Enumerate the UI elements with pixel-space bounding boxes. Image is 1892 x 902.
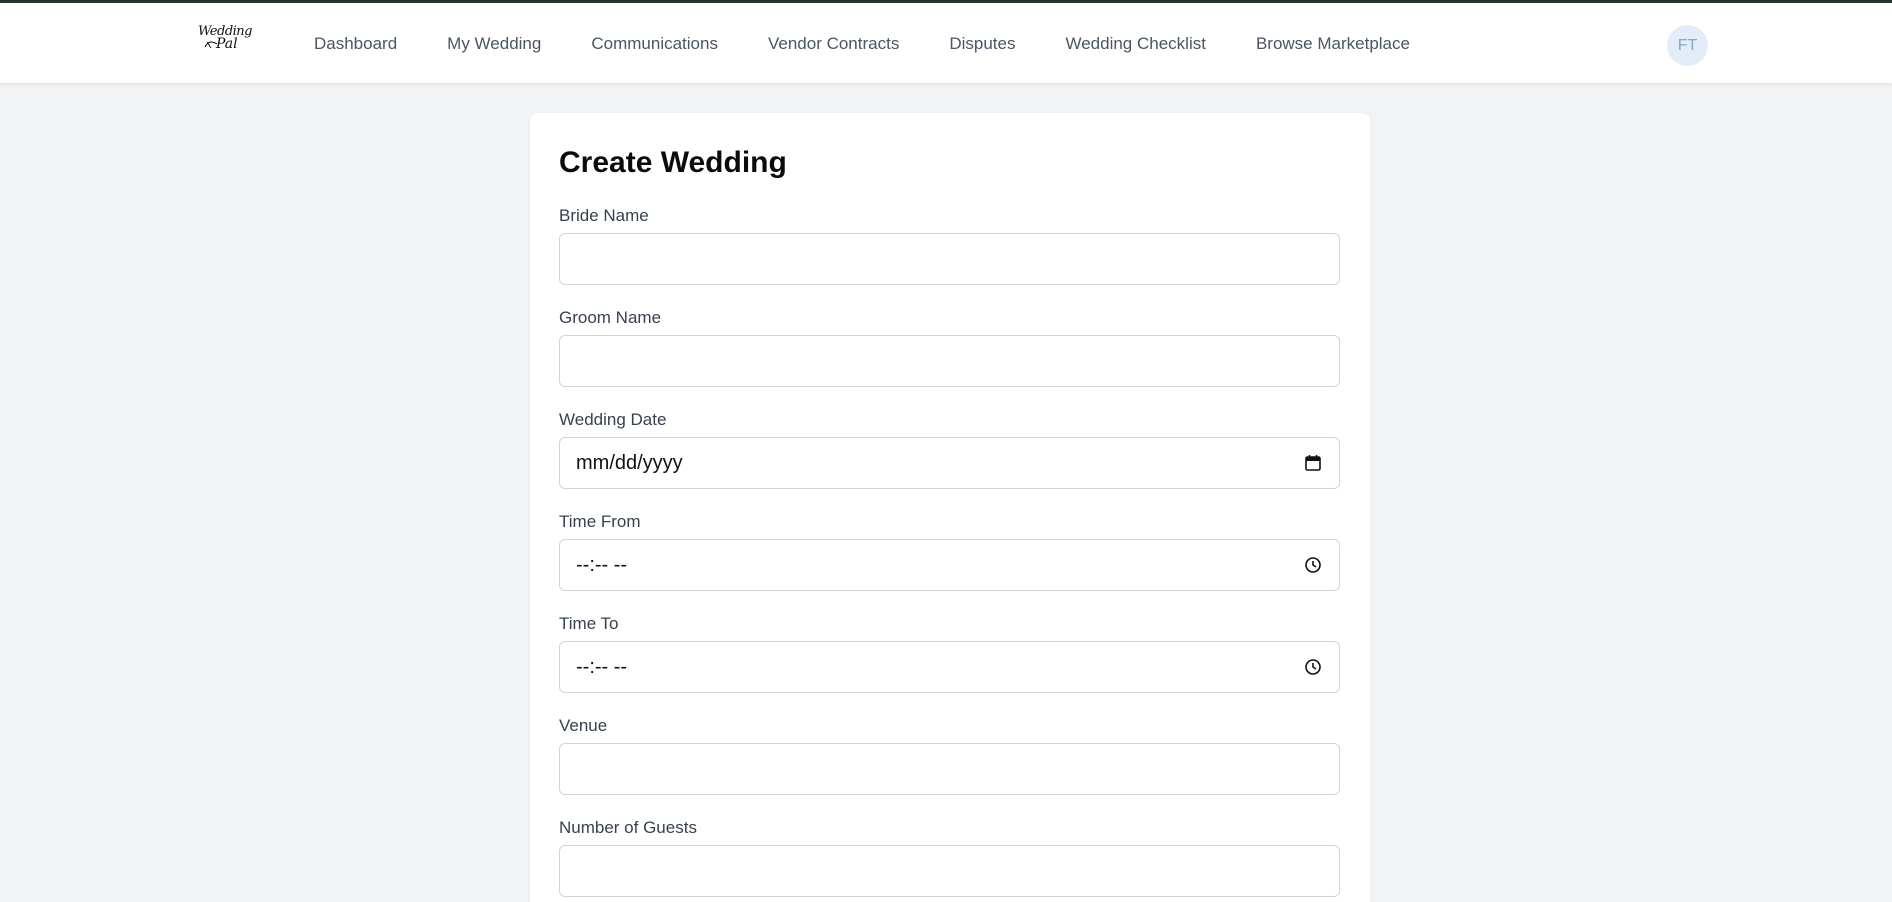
nav-disputes[interactable]: Disputes [949,34,1015,54]
logo-flourish-icon [204,41,218,49]
wedding-date-input[interactable]: mm/dd/yyyy [559,437,1340,489]
venue-label: Venue [559,716,608,735]
clock-icon[interactable] [1303,555,1323,575]
time-to-value: --:-- -- [576,655,628,678]
time-from-label: Time From [559,512,641,531]
nav-browse-marketplace[interactable]: Browse Marketplace [1256,34,1410,54]
groom-name-input[interactable] [559,335,1340,387]
clock-icon[interactable] [1303,657,1323,677]
time-to-label: Time To [559,614,619,633]
wedding-date-label: Wedding Date [559,410,667,429]
nav-my-wedding[interactable]: My Wedding [447,34,541,54]
bride-name-label: Bride Name [559,206,649,225]
top-navbar: Wedding Pal Dashboard My Wedding Communi… [0,0,1892,83]
nav-communications[interactable]: Communications [591,34,718,54]
nav-wedding-checklist[interactable]: Wedding Checklist [1065,34,1205,54]
user-avatar[interactable]: FT [1667,25,1708,66]
number-of-guests-input[interactable] [559,845,1340,897]
wedding-date-value: mm/dd/yyyy [576,451,683,474]
main-nav: Dashboard My Wedding Communications Vend… [314,34,1460,54]
bride-name-input[interactable] [559,233,1340,285]
groom-name-label: Groom Name [559,308,662,327]
time-from-value: --:-- -- [576,553,628,576]
create-wedding-form: Create Wedding Bride Name Groom Name Wed… [530,113,1370,902]
nav-dashboard[interactable]: Dashboard [314,34,397,54]
calendar-icon[interactable] [1303,453,1323,473]
nav-vendor-contracts[interactable]: Vendor Contracts [768,34,899,54]
wedding-pal-logo[interactable]: Wedding Pal [198,25,253,59]
venue-input[interactable] [559,743,1340,795]
page-title: Create Wedding [559,146,787,179]
number-of-guests-label: Number of Guests [559,818,697,837]
time-from-input[interactable]: --:-- -- [559,539,1340,591]
time-to-input[interactable]: --:-- -- [559,641,1340,693]
